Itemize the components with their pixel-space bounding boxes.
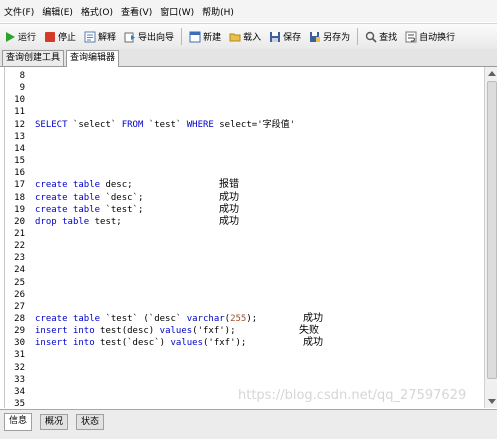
- menu-help[interactable]: 帮助(H): [202, 5, 234, 18]
- line-number: 11: [14, 107, 25, 118]
- line-number: 16: [14, 168, 25, 179]
- export-icon: [124, 31, 136, 43]
- stop-icon: [44, 31, 56, 43]
- explain-icon: [84, 31, 96, 43]
- line-number: 12: [14, 119, 25, 130]
- line-number: 24: [14, 265, 25, 276]
- code-line: create table `test` (`desc` varchar(255)…: [35, 314, 258, 324]
- line-number: 20: [14, 216, 25, 227]
- watermark: https://blog.csdn.net/qq_27597629: [238, 388, 467, 403]
- toolbar-separator: [181, 28, 183, 45]
- line-number: 19: [14, 204, 25, 215]
- folder-icon: [229, 31, 241, 43]
- line-number: 26: [14, 289, 25, 300]
- line-number: 21: [14, 228, 25, 239]
- find-label: 查找: [379, 33, 398, 43]
- run-label: 运行: [18, 33, 37, 43]
- line-number: 22: [14, 241, 25, 252]
- new-button[interactable]: 新建: [189, 30, 221, 43]
- explain-button[interactable]: 解释: [84, 30, 116, 43]
- tab-overview[interactable]: 概况: [40, 414, 69, 430]
- line-number: 9: [19, 83, 25, 94]
- code-line: create table `test`;: [35, 204, 144, 215]
- menu-format[interactable]: 格式(O): [81, 5, 113, 18]
- result-annotation: 失败: [299, 325, 319, 337]
- scroll-up-icon[interactable]: [488, 71, 496, 76]
- vertical-scrollbar[interactable]: [484, 67, 497, 408]
- save-label: 保存: [283, 33, 302, 43]
- code-line: create table desc;: [35, 180, 133, 191]
- code-line: drop table test;: [35, 216, 122, 227]
- line-number: 10: [14, 95, 25, 106]
- line-number: 30: [14, 338, 25, 349]
- scroll-down-icon[interactable]: [488, 399, 496, 404]
- line-number: 23: [14, 253, 25, 264]
- sql-editor[interactable]: 8 9 10 11 12 13 14 15 16 17 18 19 20 21 22 23 24 25 26 27 28…: [4, 67, 483, 409]
- save-as-button[interactable]: 另存为: [309, 30, 350, 43]
- word-wrap-label: 自动换行: [419, 33, 456, 43]
- line-number: 28: [14, 314, 25, 324]
- bottom-panel-tabs: 信息 概况 状态: [0, 409, 497, 439]
- export-wizard-label: 导出向导: [138, 33, 175, 43]
- word-wrap-button[interactable]: 自动换行: [405, 30, 455, 43]
- new-label: 新建: [203, 33, 222, 43]
- tab-info[interactable]: 信息: [4, 413, 33, 431]
- search-icon: [365, 31, 377, 43]
- menu-window[interactable]: 窗口(W): [160, 5, 194, 18]
- menu-view[interactable]: 查看(V): [121, 5, 152, 18]
- line-number: 17: [14, 180, 25, 191]
- menu-bar: 文件(F) 编辑(E) 格式(O) 查看(V) 窗口(W) 帮助(H): [0, 0, 497, 22]
- load-label: 载入: [243, 33, 262, 43]
- save-as-icon: [309, 31, 321, 43]
- line-number: 8: [19, 71, 25, 81]
- find-button[interactable]: 查找: [365, 30, 397, 43]
- toolbar-separator: [357, 28, 359, 45]
- line-number: 31: [14, 350, 25, 361]
- code-line: create table `desc`;: [35, 192, 144, 203]
- menu-file[interactable]: 文件(F): [4, 5, 34, 18]
- result-annotation: 报错: [219, 179, 239, 191]
- menu-edit[interactable]: 编辑(E): [42, 5, 73, 18]
- line-number: 33: [14, 374, 25, 385]
- line-number: 32: [14, 362, 25, 373]
- result-annotation: 成功: [219, 203, 239, 215]
- tab-query-editor[interactable]: 查询编辑器: [66, 50, 120, 67]
- save-as-label: 另存为: [323, 33, 351, 43]
- result-annotation: 成功: [219, 191, 239, 203]
- code-line: SELECT `select` FROM `test` WHERE select…: [35, 119, 296, 130]
- line-number: 13: [14, 131, 25, 142]
- editor-tabs: 查询创建工具 查询编辑器: [0, 49, 497, 67]
- code-line: insert into test(`desc`) values('fxf');: [35, 338, 247, 349]
- save-icon: [269, 31, 281, 43]
- new-document-icon: [189, 31, 201, 43]
- line-number: 14: [14, 143, 25, 154]
- load-button[interactable]: 载入: [229, 30, 261, 43]
- play-icon: [4, 31, 16, 43]
- result-annotation: 成功: [303, 337, 323, 349]
- line-number: 15: [14, 156, 25, 167]
- tab-status[interactable]: 状态: [76, 414, 105, 430]
- result-annotation: 成功: [303, 313, 323, 324]
- line-number-gutter: 8 9 10 11 12 13 14 15 16 17 18 19 20 21 22 23 24 25 26 27 28…: [5, 67, 25, 409]
- toolbar: 运行 停止 解释 导出向导 新建 载入 保存 另存为 查找 自动换行: [0, 23, 497, 50]
- line-number: 18: [14, 192, 25, 203]
- line-number: 34: [14, 386, 25, 397]
- run-button[interactable]: 运行: [4, 30, 36, 43]
- scrollbar-thumb[interactable]: [487, 81, 497, 379]
- code-line: insert into test(desc) values('fxf');: [35, 326, 236, 337]
- save-button[interactable]: 保存: [269, 30, 301, 43]
- export-wizard-button[interactable]: 导出向导: [124, 30, 174, 43]
- line-number: 27: [14, 301, 25, 312]
- result-annotation: 成功: [219, 215, 239, 227]
- line-number: 29: [14, 326, 25, 337]
- line-number: 25: [14, 277, 25, 288]
- stop-label: 停止: [58, 33, 77, 43]
- tab-query-builder[interactable]: 查询创建工具: [2, 50, 65, 66]
- word-wrap-icon: [405, 31, 417, 43]
- stop-button[interactable]: 停止: [44, 30, 76, 43]
- explain-label: 解释: [98, 33, 117, 43]
